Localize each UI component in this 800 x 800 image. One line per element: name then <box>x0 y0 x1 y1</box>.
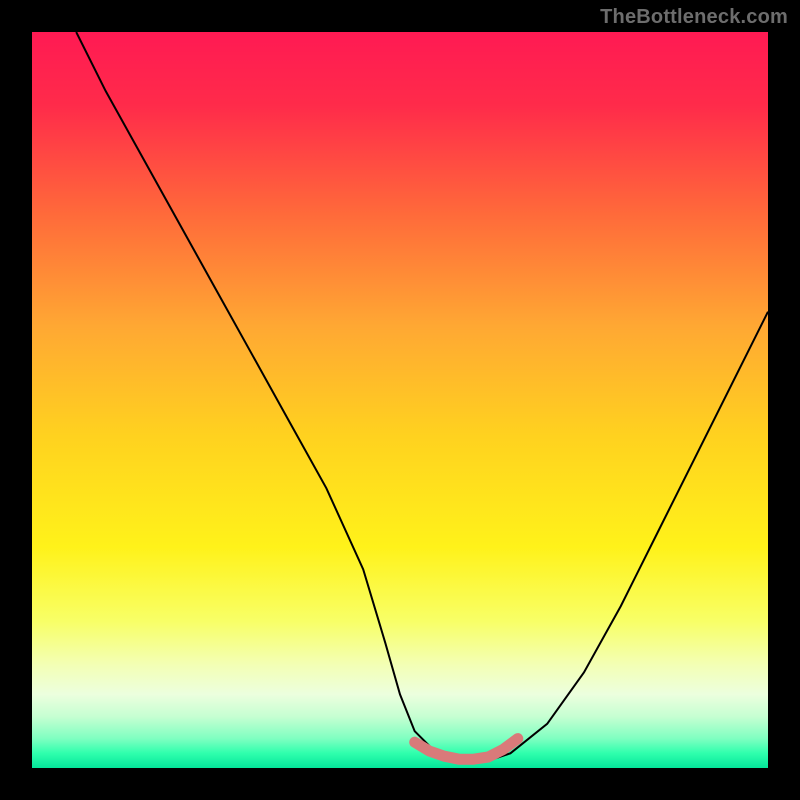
plot-area <box>32 32 768 768</box>
chart-frame: TheBottleneck.com <box>0 0 800 800</box>
gradient-background <box>32 32 768 768</box>
gradient-rect <box>32 32 768 768</box>
watermark-text: TheBottleneck.com <box>600 6 788 29</box>
